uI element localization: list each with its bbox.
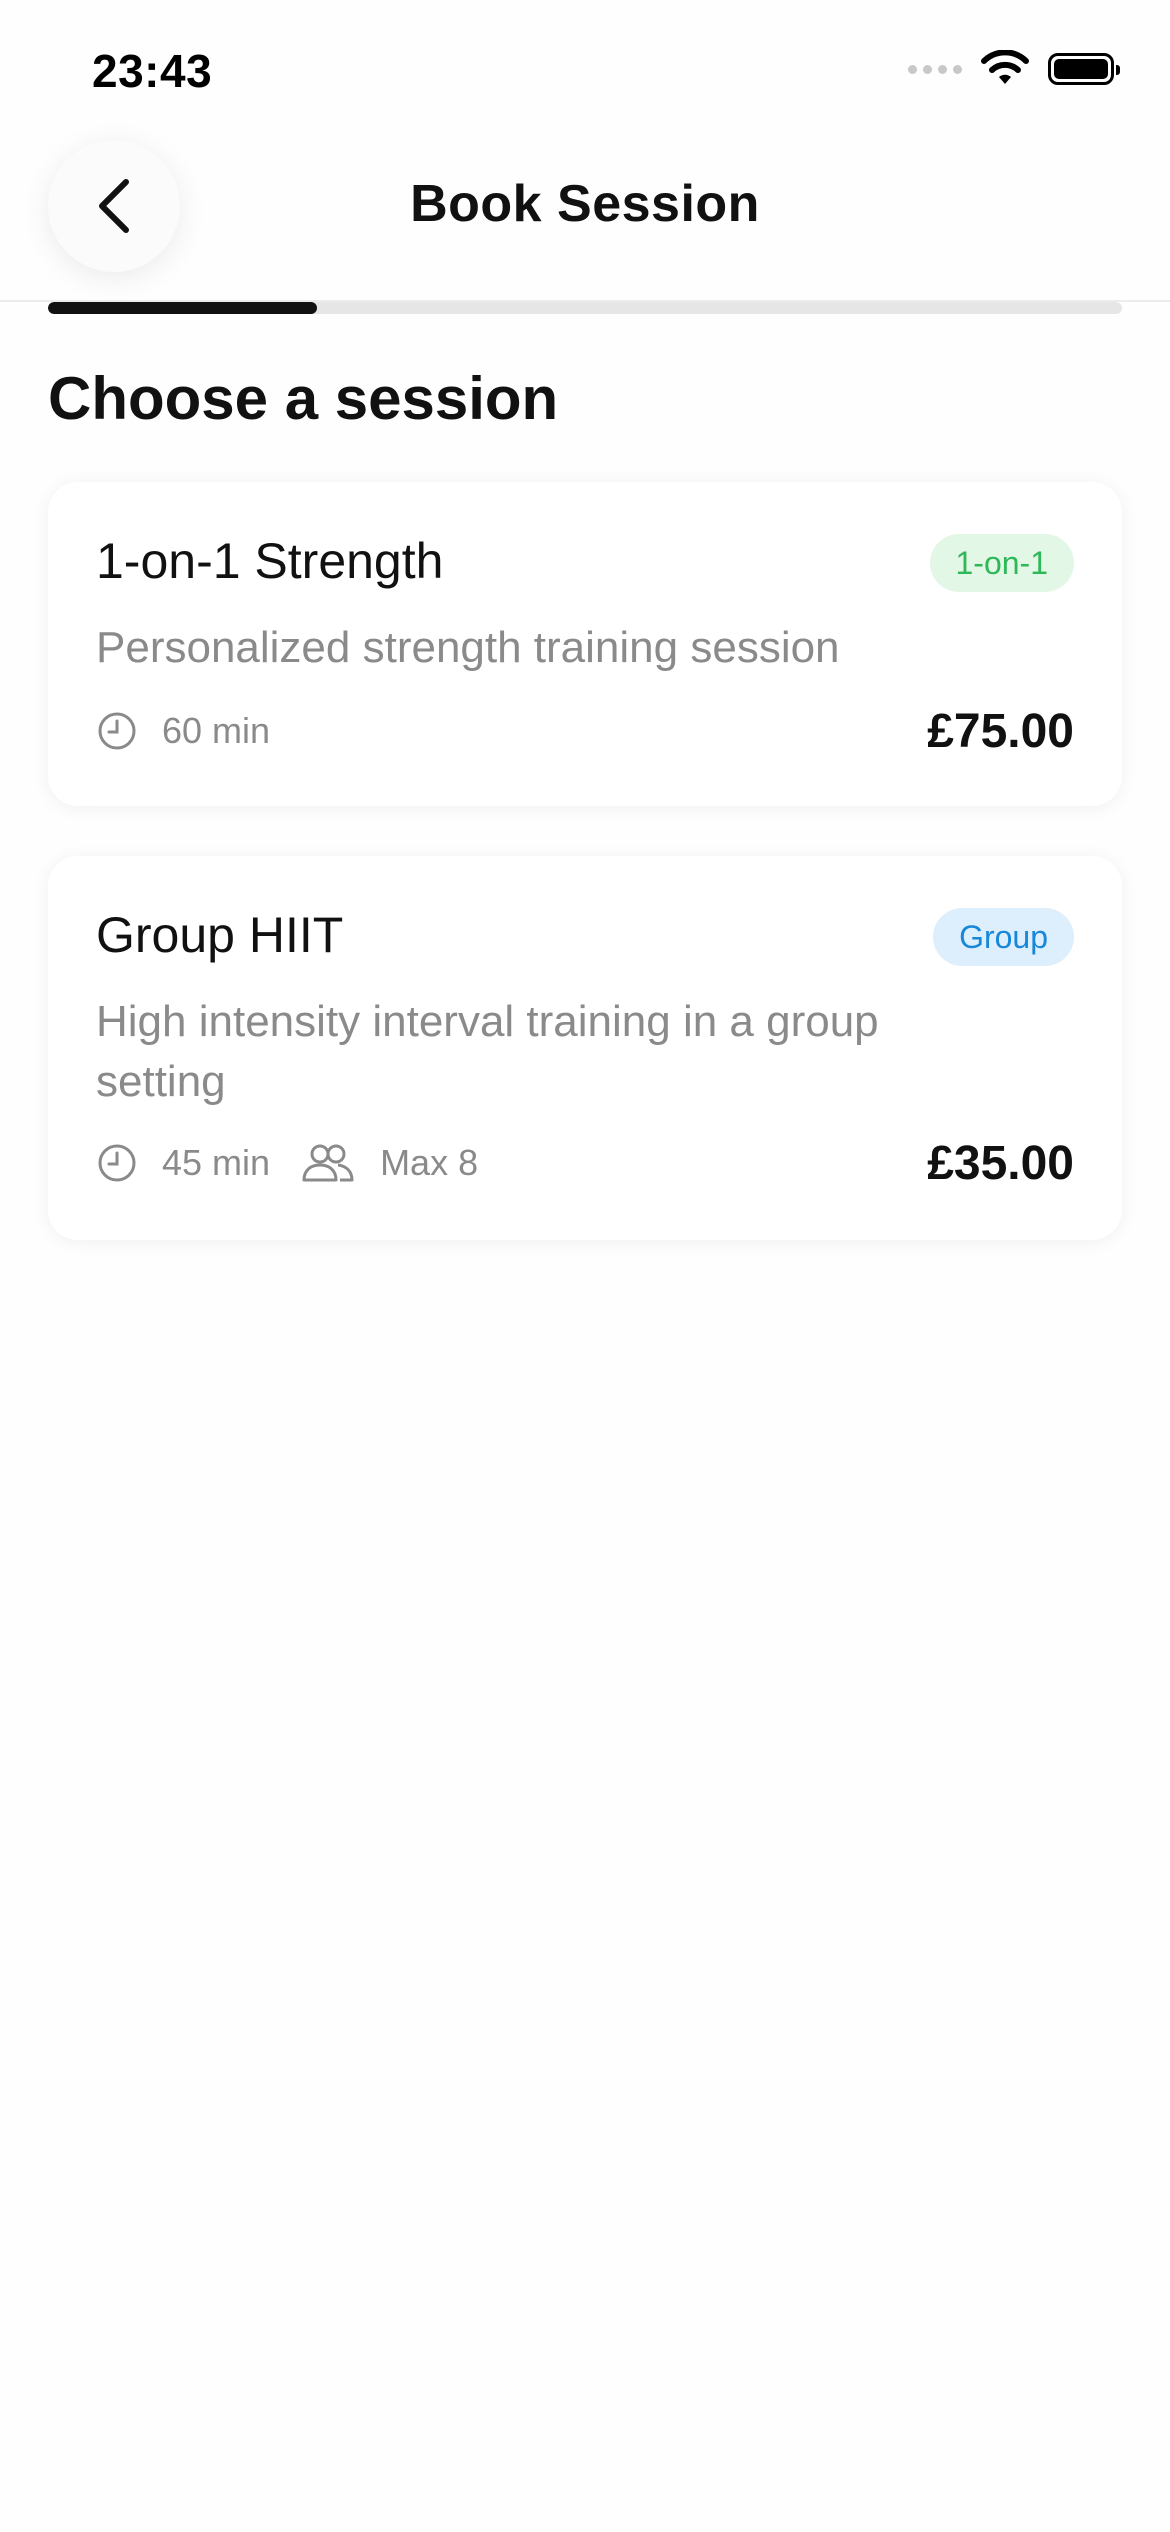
session-meta: 60 min xyxy=(96,710,270,752)
session-title: Group HIIT xyxy=(96,907,344,963)
status-icons xyxy=(908,50,1120,88)
status-time: 23:43 xyxy=(92,45,213,97)
session-price: £35.00 xyxy=(927,1137,1074,1190)
session-duration: 45 min xyxy=(162,1142,271,1183)
people-icon xyxy=(302,1144,354,1182)
step-progress-bar xyxy=(48,302,1122,314)
session-meta: 45 min Max 8 xyxy=(96,1142,478,1184)
session-title: 1-on-1 Strength xyxy=(96,533,444,589)
cellular-signal-icon xyxy=(908,64,962,74)
clock-icon xyxy=(98,712,136,750)
battery-icon xyxy=(1048,53,1120,85)
section-heading: Choose a session xyxy=(48,365,559,432)
step-progress-fill xyxy=(48,302,317,314)
wifi-icon xyxy=(981,50,1029,84)
session-card-strength[interactable]: 1-on-1 Strength 1-on-1 Personalized stre… xyxy=(48,482,1122,806)
session-description: Personalized strength training session xyxy=(96,623,840,672)
header: Book Session xyxy=(0,130,1170,302)
session-type-badge: 1-on-1 xyxy=(929,534,1074,592)
session-card-group-hiit[interactable]: Group HIIT Group High intensity interval… xyxy=(48,856,1122,1240)
session-duration: 60 min xyxy=(162,710,271,751)
session-price: £75.00 xyxy=(927,705,1074,758)
clock-icon xyxy=(98,1144,136,1182)
book-session-screen: 23:43 Book Session Choose a session 1-on… xyxy=(0,0,1170,2532)
session-type-badge: Group xyxy=(933,908,1074,966)
session-description: High intensity interval training in a gr… xyxy=(96,997,879,1106)
session-capacity: Max 8 xyxy=(380,1142,479,1183)
page-title: Book Session xyxy=(410,175,760,233)
